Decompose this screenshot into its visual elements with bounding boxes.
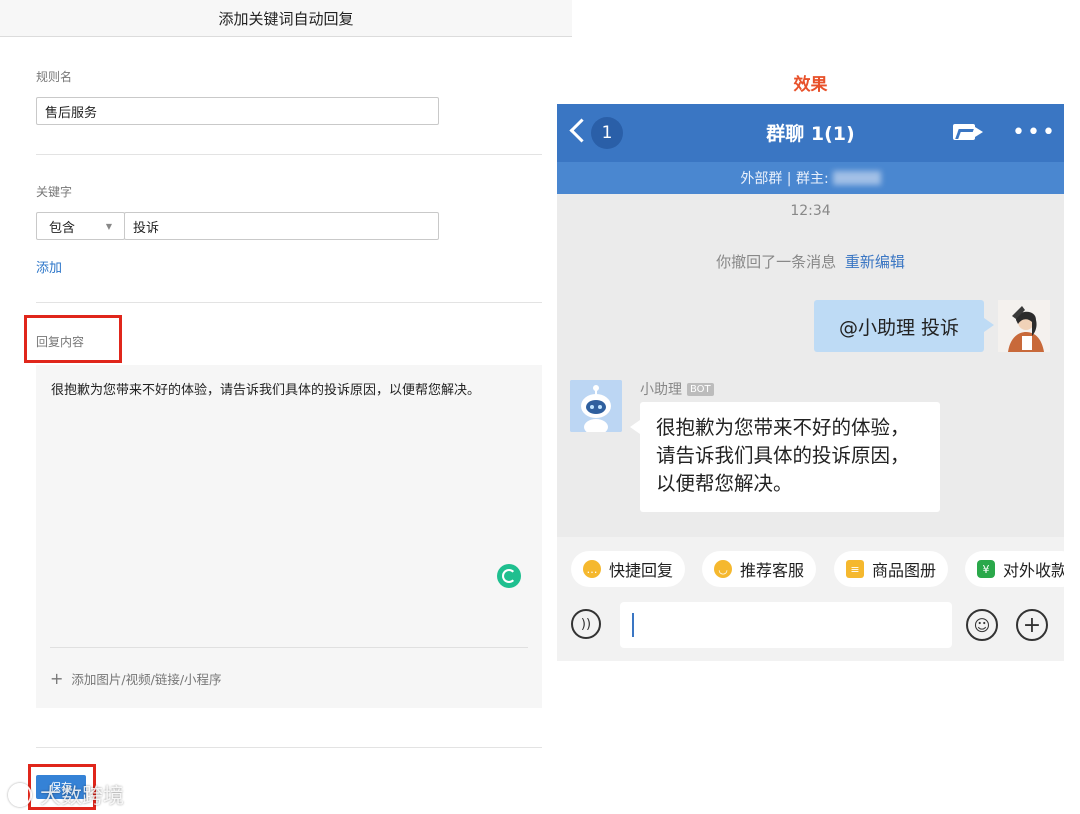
add-attachment-icon[interactable]: + — [1016, 609, 1048, 641]
reedit-link[interactable]: 重新编辑 — [845, 253, 905, 271]
grammar-check-icon[interactable] — [497, 564, 521, 588]
add-media-button[interactable]: + 添加图片/视频/链接/小程序 — [50, 669, 222, 688]
video-call-icon[interactable] — [953, 124, 975, 140]
chip-label: 对外收款 — [1003, 561, 1064, 580]
quick-action-bar: … 快捷回复 ◡ 推荐客服 ≡ 商品图册 ¥ 对外收款 — [557, 537, 1064, 595]
product-catalog-chip[interactable]: ≡ 商品图册 — [834, 551, 949, 587]
chat-preview: 1 群聊 1(1) ••• 外部群 | 群主: 12:34 你撤回了一条消息 重… — [557, 104, 1064, 661]
user-message-bubble[interactable]: @小助理 投诉 — [814, 300, 994, 352]
yuan-shield-icon: ¥ — [977, 560, 995, 578]
user-avatar[interactable] — [998, 300, 1050, 352]
bot-avatar[interactable] — [570, 380, 622, 432]
divider — [36, 747, 542, 748]
chip-label: 快捷回复 — [609, 561, 674, 580]
plus-icon: + — [50, 669, 64, 688]
watermark: 大数跨境 — [8, 780, 124, 810]
chip-label: 推荐客服 — [740, 561, 805, 580]
page-title: 添加关键词自动回复 — [0, 0, 572, 37]
catalog-icon: ≡ — [846, 560, 864, 578]
watermark-text: 大数跨境 — [40, 784, 124, 808]
chat-title: 群聊 1(1) — [766, 123, 855, 145]
group-info-text: 外部群 | 群主: — [740, 171, 829, 187]
divider — [50, 647, 528, 648]
quick-reply-chip[interactable]: … 快捷回复 — [571, 551, 686, 587]
divider — [36, 154, 542, 155]
chip-label: 商品图册 — [872, 561, 937, 580]
rule-name-input[interactable]: 售后服务 — [36, 97, 439, 125]
match-type-select[interactable]: 包含 ▼ — [36, 212, 125, 240]
keyword-label: 关键字 — [36, 185, 73, 199]
reply-content-text[interactable]: 很抱歉为您带来不好的体验，请告诉我们具体的投诉原因，以便帮您解决。 — [51, 379, 480, 398]
recall-notice-text: 你撤回了一条消息 — [716, 253, 837, 271]
chevron-down-icon: ▼ — [105, 221, 112, 231]
service-icon: ◡ — [714, 560, 732, 578]
robot-icon — [570, 380, 622, 432]
chat-bubble-icon: … — [583, 560, 601, 578]
watermark-logo-icon — [8, 783, 32, 807]
more-options-icon[interactable]: ••• — [1012, 120, 1057, 145]
user-avatar-illustration — [998, 300, 1050, 352]
message-input[interactable] — [620, 602, 952, 648]
bot-name-text: 小助理 — [640, 382, 682, 398]
voice-input-icon[interactable]: )) — [571, 609, 601, 639]
add-media-label: 添加图片/视频/链接/小程序 — [71, 672, 222, 687]
message-input-bar: )) ☺ + — [557, 595, 1064, 661]
recall-notice: 你撤回了一条消息 重新编辑 — [557, 251, 1064, 272]
add-keyword-link[interactable]: 添加 — [36, 257, 62, 276]
blurred-owner-name — [832, 171, 881, 185]
external-payment-chip[interactable]: ¥ 对外收款 — [965, 551, 1064, 587]
bot-badge: BOT — [687, 382, 714, 396]
bot-reply-bubble[interactable]: 很抱歉为您带来不好的体验，请告诉我们具体的投诉原因，以便帮您解决。 — [630, 402, 940, 512]
reply-content-editor[interactable]: 很抱歉为您带来不好的体验，请告诉我们具体的投诉原因，以便帮您解决。 + 添加图片… — [36, 365, 542, 708]
match-type-value: 包含 — [49, 220, 76, 236]
recommend-service-chip[interactable]: ◡ 推荐客服 — [702, 551, 817, 587]
keyword-reply-form: 添加关键词自动回复 规则名 售后服务 关键字 包含 ▼ 投诉 添加 回复内容 很… — [0, 0, 572, 814]
chat-top-bar: 1 群聊 1(1) ••• — [557, 104, 1064, 162]
reply-content-label: 回复内容 — [36, 335, 85, 349]
emoji-icon[interactable]: ☺ — [966, 609, 998, 641]
divider — [36, 302, 542, 303]
keyword-input[interactable]: 投诉 — [124, 212, 439, 240]
group-info-bar[interactable]: 外部群 | 群主: — [557, 162, 1064, 194]
message-timestamp: 12:34 — [790, 203, 831, 219]
bot-name: 小助理 BOT — [640, 379, 714, 399]
rule-name-label: 规则名 — [36, 70, 73, 84]
effect-title: 效果 — [793, 75, 828, 95]
